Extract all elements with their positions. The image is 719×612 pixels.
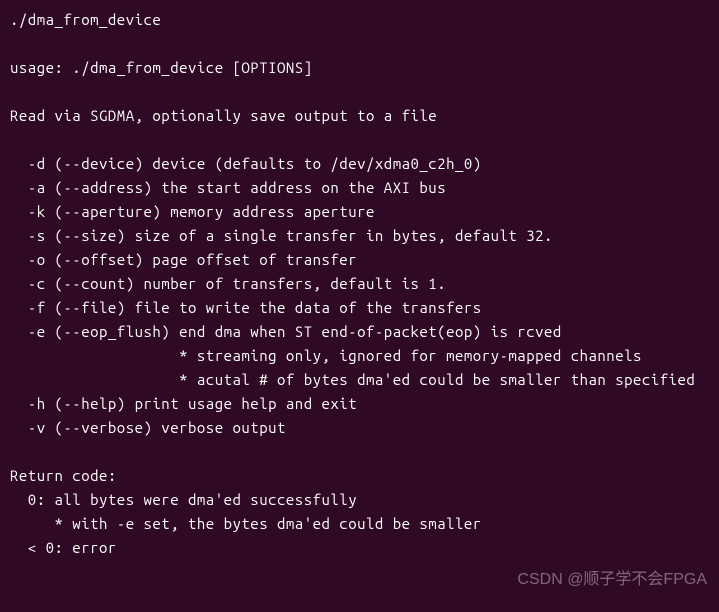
blank-line	[10, 80, 709, 104]
option-eop-note-2: * acutal # of bytes dma'ed could be smal…	[10, 368, 709, 392]
option-eop-flush: -e (--eop_flush) end dma when ST end-of-…	[10, 320, 709, 344]
command-line: ./dma_from_device	[10, 8, 709, 32]
option-offset: -o (--offset) page offset of transfer	[10, 248, 709, 272]
option-count: -c (--count) number of transfers, defaul…	[10, 272, 709, 296]
return-code-zero-note: * with -e set, the bytes dma'ed could be…	[10, 512, 709, 536]
option-file: -f (--file) file to write the data of th…	[10, 296, 709, 320]
description-line: Read via SGDMA, optionally save output t…	[10, 104, 709, 128]
return-code-zero: 0: all bytes were dma'ed successfully	[10, 488, 709, 512]
blank-line	[10, 440, 709, 464]
watermark: CSDN @顺子学不会FPGA	[517, 568, 707, 592]
option-eop-note-1: * streaming only, ignored for memory-map…	[10, 344, 709, 368]
option-help: -h (--help) print usage help and exit	[10, 392, 709, 416]
blank-line	[10, 32, 709, 56]
return-code-negative: < 0: error	[10, 536, 709, 560]
option-verbose: -v (--verbose) verbose output	[10, 416, 709, 440]
return-code-header: Return code:	[10, 464, 709, 488]
blank-line	[10, 128, 709, 152]
option-device: -d (--device) device (defaults to /dev/x…	[10, 152, 709, 176]
option-aperture: -k (--aperture) memory address aperture	[10, 200, 709, 224]
option-size: -s (--size) size of a single transfer in…	[10, 224, 709, 248]
usage-line: usage: ./dma_from_device [OPTIONS]	[10, 56, 709, 80]
option-address: -a (--address) the start address on the …	[10, 176, 709, 200]
